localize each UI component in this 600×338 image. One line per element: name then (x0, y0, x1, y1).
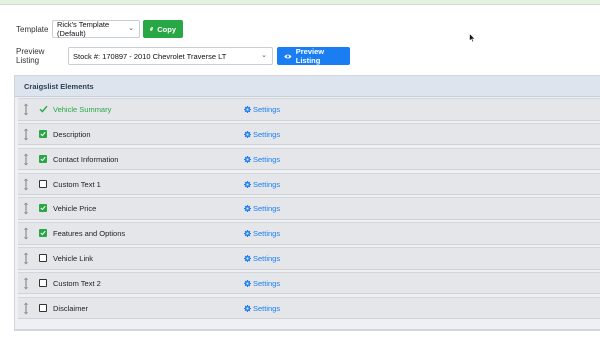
chevron-down-icon: ⌄ (128, 25, 134, 32)
eye-icon (284, 54, 292, 58)
preview-button-label: Preview Listing (295, 47, 325, 65)
element-checkbox[interactable] (39, 303, 48, 313)
element-checkbox[interactable] (39, 254, 48, 263)
listing-select-value: Stock #: 170897 - 2010 Chevrolet Travers… (73, 51, 227, 61)
gear-icon (244, 255, 251, 263)
drag-handle-icon[interactable] (23, 178, 29, 191)
settings-label: Settings (253, 129, 281, 139)
settings-label: Settings (253, 204, 281, 214)
check-icon[interactable] (39, 105, 48, 114)
panel-title: Craigslist Elements (15, 76, 600, 97)
settings-label: Settings (253, 303, 281, 313)
settings-link[interactable]: Settings (244, 105, 280, 114)
element-name: Disclaimer (53, 303, 89, 313)
element-row[interactable]: Vehicle Price Settings (18, 197, 600, 220)
element-name: Vehicle Link (53, 254, 94, 264)
element-name: Vehicle Price (53, 204, 97, 214)
gear-icon (244, 205, 251, 213)
settings-label: Settings (253, 154, 281, 164)
element-name: Vehicle Summary (53, 105, 112, 114)
element-name: Features and Options (53, 229, 126, 239)
drag-handle-icon[interactable] (23, 153, 29, 166)
element-row[interactable]: Vehicle Link Settings (18, 247, 600, 270)
settings-link[interactable]: Settings (244, 180, 280, 189)
element-row[interactable]: Description Settings (18, 122, 600, 146)
drag-handle-icon[interactable] (23, 277, 29, 290)
element-row[interactable]: Custom Text 1 Settings (18, 172, 600, 196)
divider (14, 330, 600, 331)
preview-listing-button[interactable]: Preview Listing (277, 47, 350, 65)
element-row[interactable]: Contact Information Settings (18, 147, 600, 171)
template-select[interactable]: Rick's Template (Default) ⌄ (52, 20, 140, 38)
element-name: Custom Text 1 (53, 179, 101, 189)
settings-label: Settings (253, 254, 281, 264)
settings-label: Settings (253, 229, 281, 239)
chevron-down-icon: ⌄ (261, 52, 267, 59)
settings-link[interactable]: Settings (244, 229, 280, 238)
drag-handle-icon[interactable] (23, 252, 29, 265)
element-name: Custom Text 2 (53, 278, 101, 288)
elements-list: Vehicle Summary Settings Description Set… (18, 98, 600, 322)
preview-row: Preview Listing Stock #: 170897 - 2010 C… (16, 47, 350, 65)
settings-link[interactable]: Settings (244, 304, 280, 313)
element-checkbox[interactable] (39, 229, 48, 238)
template-label: Template (16, 24, 49, 34)
element-row[interactable]: Vehicle Summary Settings (18, 98, 600, 121)
gear-icon (244, 279, 251, 287)
settings-link[interactable]: Settings (244, 279, 280, 288)
copy-icon (150, 27, 154, 32)
drag-handle-icon[interactable] (23, 103, 29, 116)
preview-listing-label: Preview Listing (16, 47, 45, 65)
gear-icon (244, 230, 251, 238)
element-name: Description (53, 129, 91, 139)
drag-handle-icon[interactable] (23, 227, 29, 240)
template-select-value: Rick's Template (Default) (57, 20, 110, 38)
settings-link[interactable]: Settings (244, 204, 280, 213)
settings-label: Settings (253, 278, 281, 288)
settings-link[interactable]: Settings (244, 254, 280, 263)
element-row[interactable]: Features and Options Settings (18, 222, 600, 245)
template-row: Template Rick's Template (Default) ⌄ Cop… (16, 20, 183, 38)
gear-icon (244, 180, 251, 188)
element-checkbox[interactable] (39, 278, 48, 288)
craigslist-elements-panel: Craigslist Elements Vehicle Summary Sett… (14, 75, 600, 330)
settings-label: Settings (253, 105, 281, 114)
element-name: Contact Information (53, 154, 119, 164)
gear-icon (244, 304, 251, 312)
element-row[interactable]: Disclaimer Settings (18, 296, 600, 320)
copy-button[interactable]: Copy (143, 20, 183, 38)
settings-link[interactable]: Settings (244, 155, 280, 164)
mouse-cursor-icon (469, 33, 476, 43)
element-row[interactable]: Custom Text 2 Settings (18, 271, 600, 295)
gear-icon (244, 106, 251, 113)
gear-icon (244, 155, 251, 163)
element-checkbox[interactable] (39, 129, 48, 139)
gear-icon (244, 130, 251, 138)
settings-label: Settings (253, 179, 281, 189)
drag-handle-icon[interactable] (23, 302, 29, 315)
settings-link[interactable]: Settings (244, 130, 280, 139)
element-checkbox[interactable] (39, 204, 48, 213)
copy-button-label: Copy (157, 24, 176, 34)
drag-handle-icon[interactable] (23, 128, 29, 141)
drag-handle-icon[interactable] (23, 202, 29, 215)
element-checkbox[interactable] (39, 179, 48, 189)
element-checkbox[interactable] (39, 154, 48, 164)
listing-select[interactable]: Stock #: 170897 - 2010 Chevrolet Travers… (68, 47, 273, 65)
top-alert-strip (0, 0, 600, 5)
